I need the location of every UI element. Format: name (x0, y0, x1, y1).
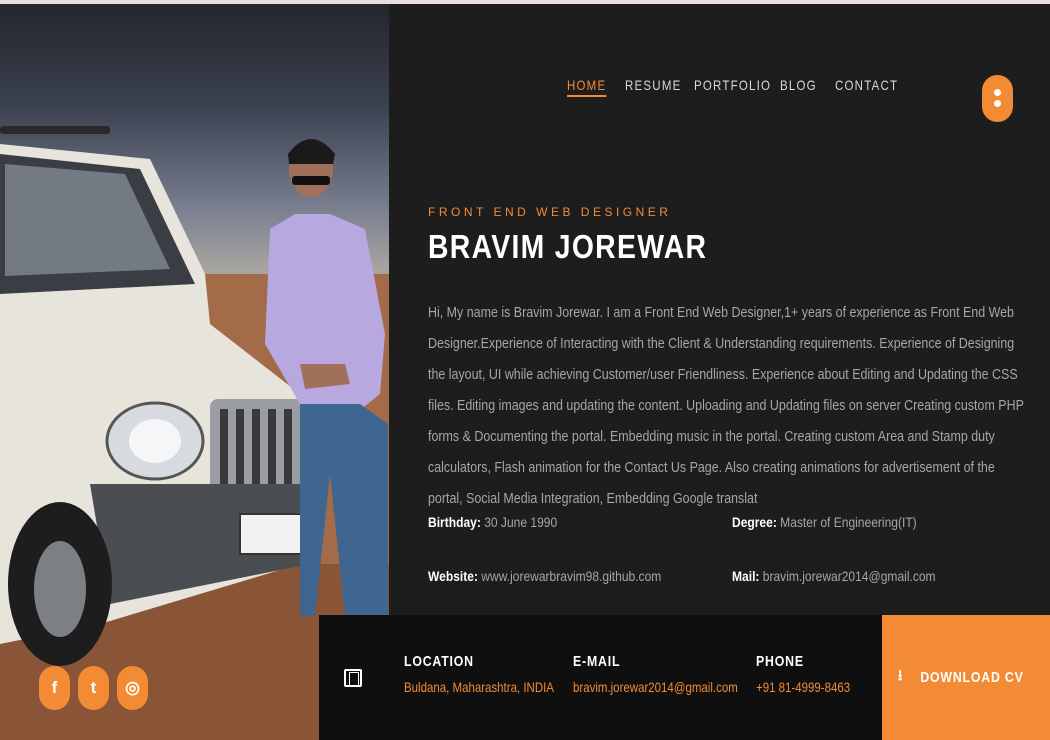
phone-label: PHONE (756, 653, 804, 670)
nav-resume[interactable]: RESUME (625, 77, 682, 93)
mobile-icon (344, 669, 362, 687)
page-title: BRAVIM JOREWAR (428, 228, 708, 265)
twitter-icon[interactable]: t (78, 666, 109, 710)
dots-menu-icon (994, 89, 1001, 96)
location-label: LOCATION (404, 653, 474, 670)
website-label: Website: (428, 568, 478, 584)
download-icon: ⭳ (898, 667, 908, 684)
facebook-glyph: f (51, 678, 58, 697)
phone-value[interactable]: +91 81-4999-8463 (756, 679, 850, 695)
mail-info: Mail: bravim.jorewar2014@gmail.com (732, 568, 936, 584)
mail-link[interactable]: bravim.jorewar2014@gmail.com (763, 568, 936, 584)
contact-bar: LOCATION Buldana, Maharashtra, INDIA E-M… (319, 615, 882, 740)
nav-contact[interactable]: CONTACT (835, 77, 898, 93)
menu-button[interactable] (982, 75, 1013, 122)
facebook-icon[interactable]: f (39, 666, 70, 710)
birthday-info: Birthday: 30 June 1990 (428, 514, 557, 530)
birthday-value: 30 June 1990 (484, 514, 558, 530)
dots-menu-icon-dot (994, 100, 1001, 107)
bio-text: Hi, My name is Bravim Jorewar. I am a Fr… (428, 304, 1024, 507)
degree-info: Degree: Master of Engineering(IT) (732, 514, 917, 530)
download-cv-button[interactable]: ⭳ DOWNLOAD CV (882, 615, 1050, 740)
instagram-icon[interactable]: ◎ (117, 666, 148, 710)
twitter-glyph: t (90, 678, 97, 697)
job-title: FRONT END WEB DESIGNER (428, 205, 672, 219)
instagram-glyph: ◎ (125, 678, 140, 697)
degree-value: Master of Engineering(IT) (780, 514, 917, 530)
nav-blog[interactable]: BLOG (780, 77, 817, 93)
download-label: DOWNLOAD CV (920, 669, 1024, 686)
mail-label: Mail: (732, 568, 760, 584)
degree-label: Degree: (732, 514, 777, 530)
location-value: Buldana, Maharashtra, INDIA (404, 679, 554, 695)
nav-home[interactable]: HOME (567, 77, 607, 97)
website-info: Website: www.jorewarbravim98.github.com (428, 568, 661, 584)
birthday-label: Birthday: (428, 514, 481, 530)
email-value[interactable]: bravim.jorewar2014@gmail.com (573, 679, 738, 695)
nav-portfolio[interactable]: PORTFOLIO (694, 77, 771, 93)
email-label: E-MAIL (573, 653, 621, 670)
website-link[interactable]: www.jorewarbravim98.github.com (481, 568, 661, 584)
